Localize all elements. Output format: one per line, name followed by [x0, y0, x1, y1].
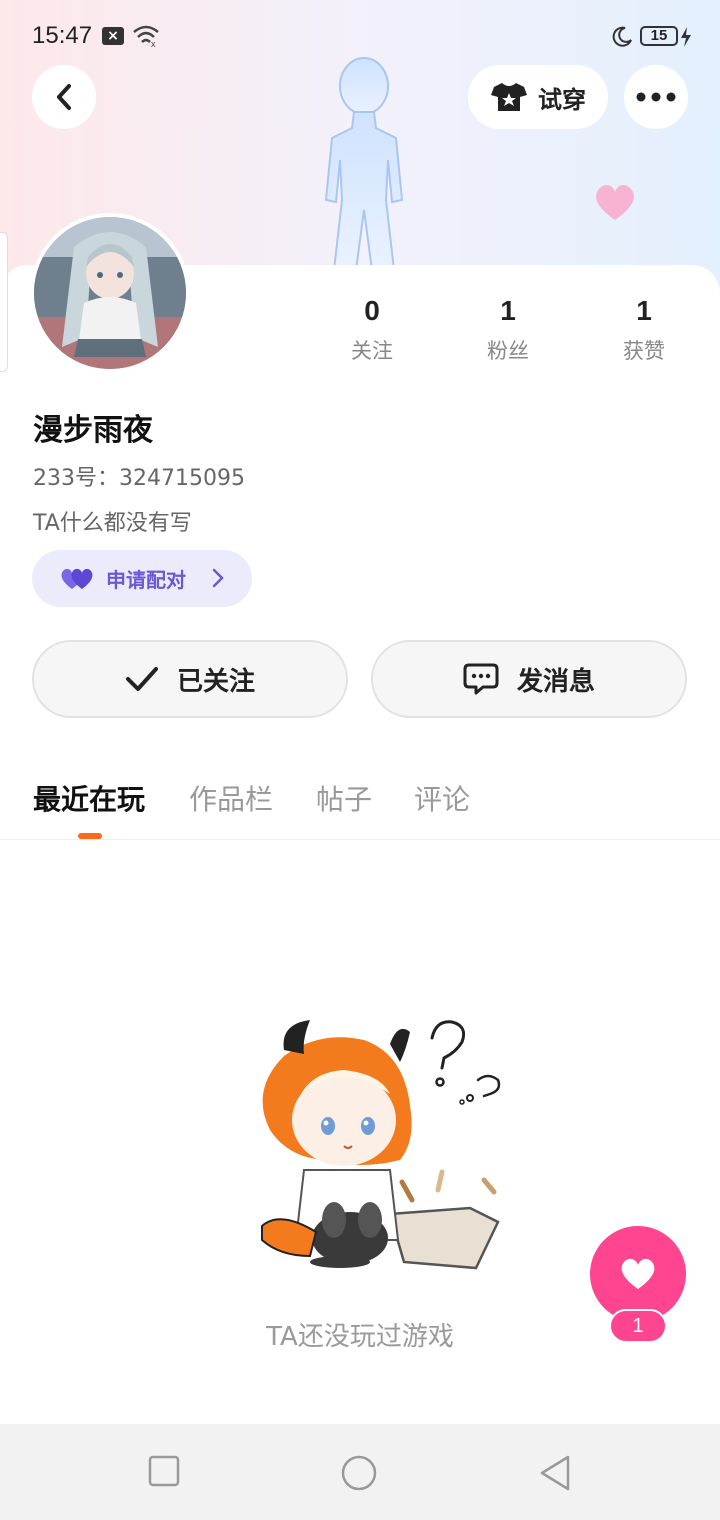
back-triangle-icon[interactable]: [538, 1454, 572, 1492]
profile-stats: 0 关注 1 粉丝 1 获赞: [304, 295, 712, 375]
home-circle-icon[interactable]: [340, 1454, 378, 1492]
pair-request-button[interactable]: 申请配对: [32, 550, 252, 607]
more-button[interactable]: [624, 65, 688, 129]
try-on-label: 试穿: [538, 85, 586, 114]
heart-icon: [621, 1258, 655, 1289]
wifi-icon: x: [132, 24, 160, 52]
stat-value: 0: [364, 295, 380, 326]
chevron-left-icon: [57, 84, 71, 110]
moon-icon: [610, 25, 634, 53]
like-button[interactable]: [590, 1226, 686, 1322]
tab-comments[interactable]: 评论: [414, 778, 470, 818]
x-box-icon: ×: [102, 27, 124, 45]
floating-heart-icon: [593, 182, 637, 226]
followed-label: 已关注: [176, 666, 255, 697]
empty-state-illustration: [240, 1010, 510, 1276]
more-dots-icon: [636, 92, 676, 102]
username: 漫步雨夜: [33, 413, 153, 448]
tab-recently-played[interactable]: 最近在玩: [33, 778, 145, 818]
chat-bubble-icon: [463, 663, 499, 695]
double-heart-icon: [61, 568, 93, 589]
followed-button[interactable]: 已关注: [32, 640, 348, 718]
tshirt-icon: [491, 83, 527, 111]
tab-posts[interactable]: 帖子: [316, 778, 372, 818]
user-bio: TA什么都没有写: [33, 511, 192, 536]
try-on-button[interactable]: 试穿: [468, 65, 608, 129]
battery-indicator: 15: [640, 26, 678, 46]
stat-following[interactable]: 0 关注: [304, 295, 440, 375]
avatar-image: [34, 217, 186, 369]
like-count-badge: 1: [609, 1309, 667, 1343]
user-id: 233号：324715095: [33, 466, 245, 491]
profile-tabs: 最近在玩 作品栏 帖子 评论: [0, 770, 720, 840]
side-drawer-handle[interactable]: [0, 232, 8, 372]
back-button[interactable]: [32, 65, 96, 129]
send-message-label: 发消息: [516, 666, 595, 697]
stat-label: 获赞: [623, 339, 665, 363]
pair-request-label: 申请配对: [106, 568, 186, 592]
send-message-button[interactable]: 发消息: [371, 640, 687, 718]
stat-fans[interactable]: 1 粉丝: [440, 295, 576, 375]
stat-label: 关注: [351, 339, 393, 363]
stat-value: 1: [636, 295, 652, 326]
system-nav-bar: [0, 1424, 720, 1520]
active-tab-indicator: [78, 833, 102, 839]
chevron-right-icon: [212, 568, 224, 588]
dressup-avatar-figure[interactable]: [296, 50, 426, 274]
check-icon: [125, 667, 158, 691]
recent-apps-icon[interactable]: [147, 1454, 181, 1488]
svg-text:x: x: [151, 39, 156, 48]
bolt-icon: [680, 27, 692, 51]
tab-works[interactable]: 作品栏: [189, 778, 273, 818]
user-avatar[interactable]: [30, 213, 190, 373]
status-time: 15:47: [32, 22, 93, 49]
stat-likes[interactable]: 1 获赞: [576, 295, 712, 375]
stat-label: 粉丝: [487, 339, 529, 363]
stat-value: 1: [500, 295, 516, 326]
